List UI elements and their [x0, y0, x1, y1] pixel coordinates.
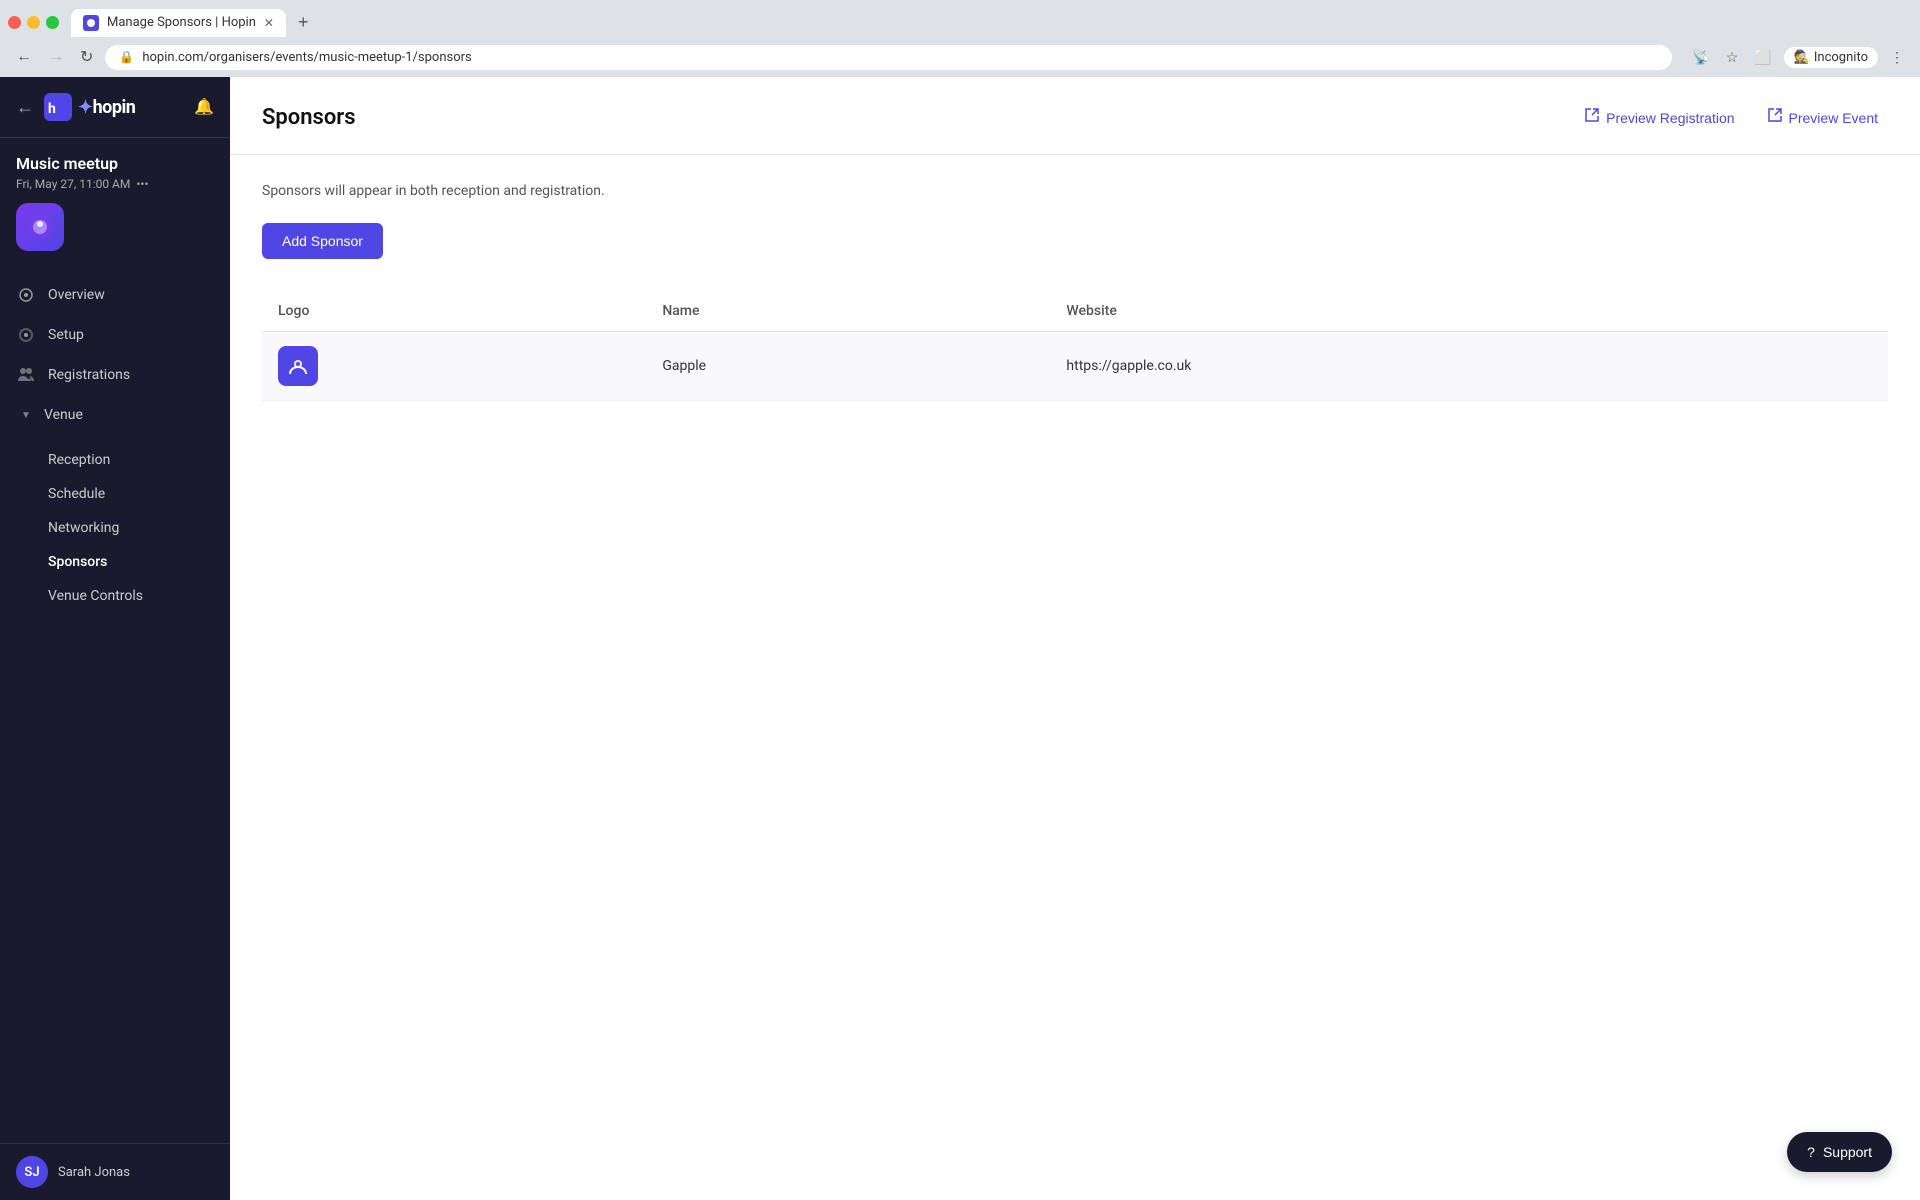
tab-title: Manage Sponsors | Hopin [107, 15, 256, 30]
sponsor-name-cell: Gapple [646, 332, 1050, 401]
sidebar-item-setup-label: Setup [48, 327, 84, 343]
close-traffic-light[interactable] [8, 16, 21, 29]
page-title: Sponsors [262, 105, 356, 130]
user-avatar: SJ [16, 1156, 48, 1188]
sidebar-item-sponsors[interactable]: Sponsors [0, 545, 230, 579]
sidebar: ← h ✦hopin 🔔 Music meetup Fri, May 27, 1… [0, 77, 230, 1200]
support-icon: ? [1807, 1144, 1815, 1160]
sidebar-back-button[interactable]: ← [16, 97, 34, 118]
event-name: Music meetup [16, 154, 214, 173]
sponsor-website-cell: https://gapple.co.uk [1050, 332, 1888, 401]
svg-text:h: h [48, 101, 56, 117]
back-button[interactable]: ← [12, 44, 36, 70]
registrations-icon [16, 365, 36, 385]
sidebar-item-venue-controls[interactable]: Venue Controls [0, 579, 230, 613]
nav-section: Overview Setup Registrations ▼ Venue [0, 267, 230, 443]
add-sponsor-button[interactable]: Add Sponsor [262, 223, 383, 259]
overview-icon [16, 285, 36, 305]
traffic-lights [8, 16, 59, 29]
preview-registration-label: Preview Registration [1606, 110, 1734, 126]
sidebar-header: ← h ✦hopin 🔔 [0, 77, 230, 138]
preview-event-button[interactable]: Preview Event [1757, 101, 1888, 134]
sidebar-footer: SJ Sarah Jonas [0, 1143, 230, 1200]
event-avatar-image [16, 203, 64, 251]
browser-actions: 📡 ☆ ⬜ 🕵️ Incognito ⋮ [1688, 45, 1908, 70]
address-text: hopin.com/organisers/events/music-meetup… [142, 50, 471, 65]
forward-button[interactable]: → [44, 44, 68, 70]
sidebar-item-overview-label: Overview [48, 287, 105, 303]
preview-event-icon [1767, 107, 1783, 128]
header-actions: Preview Registration Preview Event [1574, 101, 1888, 134]
maximize-traffic-light[interactable] [46, 16, 59, 29]
table-head: Logo Name Website [262, 291, 1888, 332]
support-button[interactable]: ? Support [1787, 1132, 1892, 1172]
table-row[interactable]: Gapple https://gapple.co.uk [262, 332, 1888, 401]
sidebar-item-venue[interactable]: ▼ Venue [0, 395, 230, 435]
sidebar-item-reception[interactable]: Reception [0, 443, 230, 477]
col-website: Website [1050, 291, 1888, 332]
sidebar-item-registrations-label: Registrations [48, 367, 130, 383]
sponsor-description: Sponsors will appear in both reception a… [262, 183, 1888, 199]
menu-icon[interactable]: ⋮ [1886, 45, 1908, 70]
app-layout: ← h ✦hopin 🔔 Music meetup Fri, May 27, 1… [0, 77, 1920, 1200]
event-avatar [16, 203, 214, 251]
hopin-logo-icon: h [44, 93, 72, 121]
sidebar-item-overview[interactable]: Overview [0, 275, 230, 315]
tab-bar: Manage Sponsors | Hopin ✕ + [0, 0, 1920, 37]
event-date: Fri, May 27, 11:00 AM ••• [16, 177, 214, 191]
page-header: Sponsors Preview Registration [230, 77, 1920, 155]
lock-icon: 🔒 [119, 50, 134, 64]
sponsor-logo [278, 346, 318, 386]
user-name: Sarah Jonas [58, 1165, 130, 1180]
preview-event-label: Preview Event [1789, 110, 1878, 126]
venue-sub-nav: Reception Schedule Networking Sponsors V… [0, 443, 230, 621]
incognito-badge: 🕵️ Incognito [1784, 47, 1878, 68]
new-tab-button[interactable]: + [290, 8, 317, 37]
support-label: Support [1823, 1144, 1872, 1160]
active-tab[interactable]: Manage Sponsors | Hopin ✕ [71, 9, 286, 37]
preview-registration-button[interactable]: Preview Registration [1574, 101, 1744, 134]
preview-registration-icon [1584, 107, 1600, 128]
sidebar-item-registrations[interactable]: Registrations [0, 355, 230, 395]
reload-button[interactable]: ↻ [76, 43, 97, 71]
page-body: Sponsors will appear in both reception a… [230, 155, 1920, 1200]
col-logo: Logo [262, 291, 646, 332]
tab-close-button[interactable]: ✕ [264, 16, 274, 30]
incognito-icon: 🕵️ [1794, 50, 1810, 65]
hopin-logo: h ✦hopin [44, 93, 135, 121]
sponsor-logo-cell [262, 332, 646, 401]
sidebar-item-setup[interactable]: Setup [0, 315, 230, 355]
main-content: Sponsors Preview Registration [230, 77, 1920, 1200]
venue-expand-icon: ▼ [16, 405, 36, 425]
table-body: Gapple https://gapple.co.uk [262, 332, 1888, 401]
event-info: Music meetup Fri, May 27, 11:00 AM ••• [0, 138, 230, 267]
sidebar-item-networking[interactable]: Networking [0, 511, 230, 545]
incognito-label: Incognito [1814, 50, 1868, 65]
browser-chrome: Manage Sponsors | Hopin ✕ + ← → ↻ 🔒 hopi… [0, 0, 1920, 77]
split-screen-icon[interactable]: ⬜ [1750, 45, 1775, 70]
sponsors-table: Logo Name Website [262, 291, 1888, 401]
address-bar-row: ← → ↻ 🔒 hopin.com/organisers/events/musi… [0, 37, 1920, 77]
tab-favicon [83, 15, 99, 31]
notification-button[interactable]: 🔔 [194, 97, 214, 117]
hopin-wordmark: ✦hopin [78, 97, 135, 118]
minimize-traffic-light[interactable] [27, 16, 40, 29]
sidebar-item-venue-label: Venue [44, 407, 83, 423]
setup-icon [16, 325, 36, 345]
sidebar-item-schedule[interactable]: Schedule [0, 477, 230, 511]
bookmark-icon[interactable]: ☆ [1722, 45, 1743, 70]
col-name: Name [646, 291, 1050, 332]
event-date-more-button[interactable]: ••• [136, 177, 148, 191]
cast-icon[interactable]: 📡 [1688, 45, 1713, 70]
address-bar[interactable]: 🔒 hopin.com/organisers/events/music-meet… [105, 45, 1672, 70]
table-header-row: Logo Name Website [262, 291, 1888, 332]
